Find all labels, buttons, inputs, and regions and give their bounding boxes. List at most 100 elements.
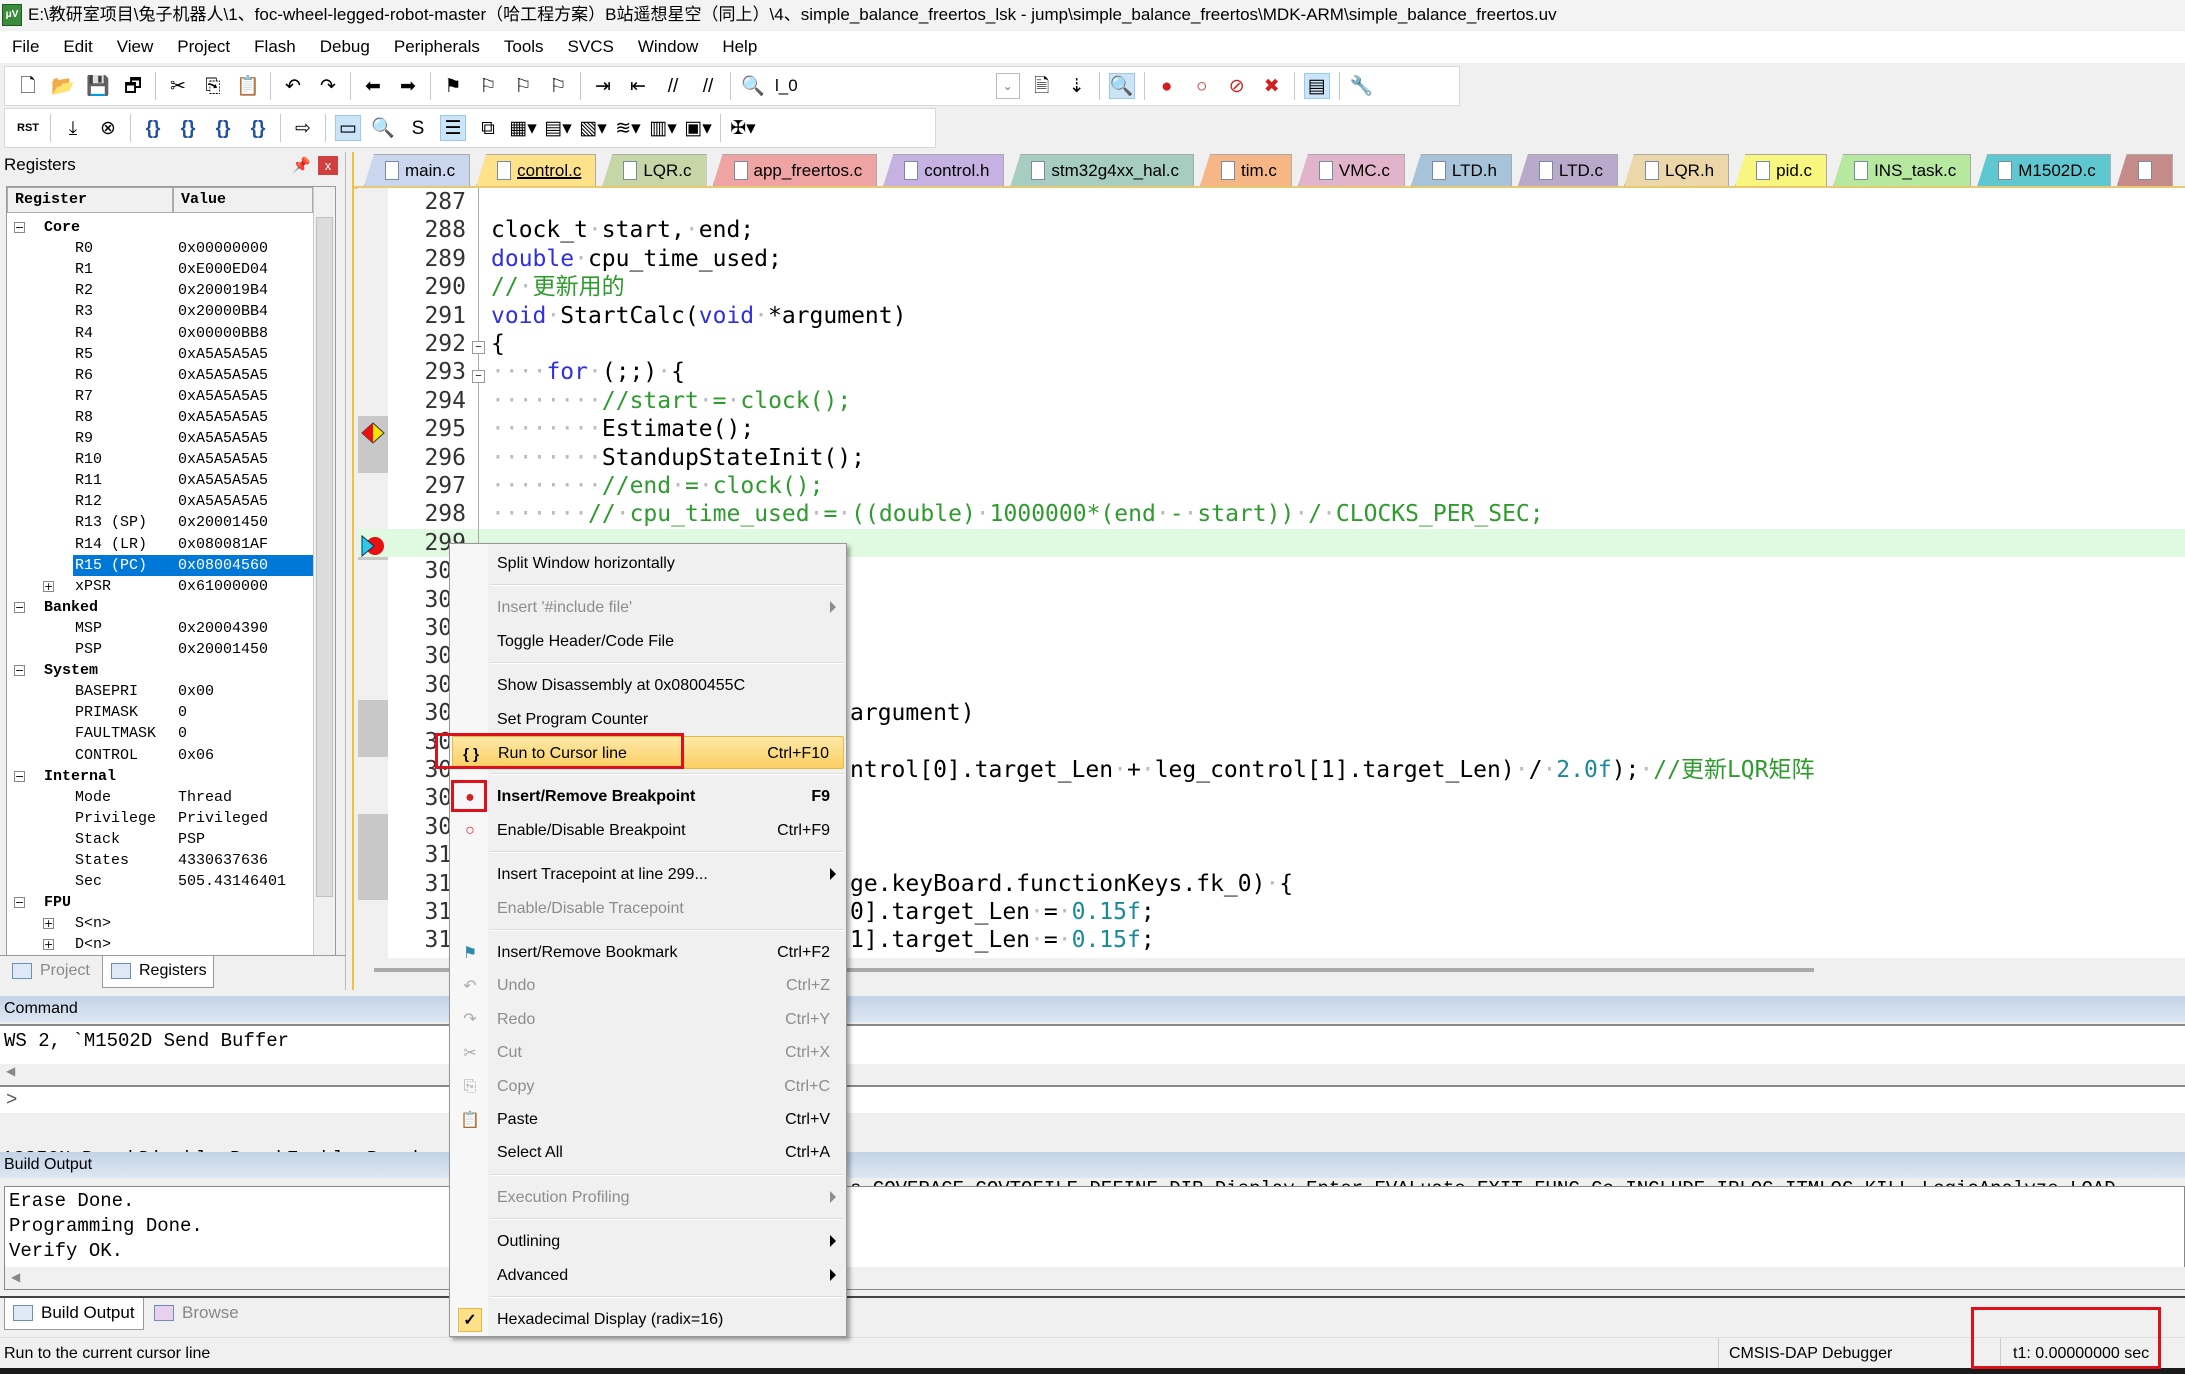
menu-item-show-disassembly-at-0x0800455c[interactable]: Show Disassembly at 0x0800455C	[452, 669, 844, 702]
cut-icon[interactable]: ✂	[165, 73, 191, 99]
register-group[interactable]: − Internal	[7, 766, 313, 787]
register-value[interactable]: 0xA5A5A5A5	[178, 365, 268, 386]
tab-file[interactable]: main.c	[364, 154, 471, 186]
menu-item-undo[interactable]: ↶ Undo Ctrl+Z	[452, 969, 844, 1002]
disable-all-breakpoints-icon[interactable]: ⊘	[1224, 73, 1250, 99]
menu-item-outlining[interactable]: Outlining	[452, 1225, 844, 1258]
step-into-icon[interactable]: {}	[140, 115, 166, 141]
tab-file[interactable]: app_freertos.c	[712, 154, 878, 186]
system-viewer-icon[interactable]: ▣▾	[684, 115, 712, 141]
menu-item-split-window-horizontally[interactable]: Split Window horizontally	[452, 547, 844, 580]
register-value[interactable]: 0x08004560	[178, 554, 269, 576]
register-row[interactable]: BASEPRI 0x00	[7, 681, 313, 702]
menu-item-toggle-header-code-file[interactable]: Toggle Header/Code File	[452, 625, 844, 658]
find-dropdown[interactable]: ⌄	[995, 73, 1020, 99]
menu-window[interactable]: Window	[638, 37, 698, 57]
vertical-scrollbar[interactable]	[313, 187, 335, 955]
register-value[interactable]: 0x20000BB4	[178, 301, 268, 322]
code-line[interactable]: 297 ········//end·=·clock();	[358, 472, 2185, 501]
menu-item-insert-include-file[interactable]: Insert '#include file'	[452, 591, 844, 624]
code-line[interactable]: 298 ·······//·cpu_time_used·=·((double)·1…	[358, 500, 2185, 529]
redo-icon[interactable]: ↷	[315, 73, 341, 99]
menu-item-insert-remove-bookmark[interactable]: ⚑ Insert/Remove Bookmark Ctrl+F2	[452, 936, 844, 969]
symbols-window-icon[interactable]: S	[405, 115, 431, 141]
register-value[interactable]: 4330637636	[178, 850, 268, 871]
navigate-back-icon[interactable]: ⬅	[360, 73, 386, 99]
prev-bookmark-icon[interactable]: ⚐	[475, 73, 501, 99]
register-row[interactable]: CONTROL 0x06	[7, 745, 313, 766]
bookmark-icon[interactable]: ⚑	[440, 73, 466, 99]
tab-build-output[interactable]: Build Output	[4, 1298, 144, 1330]
horizontal-scrollbar[interactable]: ◀	[5, 1267, 2185, 1289]
menu-project[interactable]: Project	[177, 37, 230, 57]
register-row[interactable]: R0 0x00000000	[7, 238, 313, 259]
register-value[interactable]: 0x00000BB8	[178, 323, 268, 344]
tab-file[interactable]: tim.c	[1199, 154, 1292, 186]
memory-window-icon[interactable]: ▤▾	[544, 115, 572, 141]
register-row[interactable]: + D<n>	[7, 934, 313, 955]
collapse-toggle[interactable]: −	[14, 770, 25, 782]
code-line[interactable]: 287	[358, 188, 2185, 217]
column-header-register[interactable]: Register	[7, 187, 173, 213]
register-row[interactable]: Stack PSP	[7, 829, 313, 850]
menu-item-insert-remove-breakpoint[interactable]: ● Insert/Remove Breakpoint F9	[452, 780, 844, 813]
register-value[interactable]: 0x20001450	[178, 512, 268, 533]
register-value[interactable]: 0	[178, 702, 187, 723]
register-value[interactable]: 0x200019B4	[178, 280, 268, 301]
tab-file[interactable]: VMC.c	[1297, 154, 1405, 186]
incremental-find-icon[interactable]: ⇣	[1064, 73, 1090, 99]
close-icon[interactable]: x	[318, 156, 338, 175]
register-row[interactable]: R14 (LR) 0x080081AF	[7, 534, 313, 555]
indent-icon[interactable]: ⇥	[590, 73, 616, 99]
menu-item-enable-disable-tracepoint[interactable]: Enable/Disable Tracepoint	[452, 892, 844, 925]
register-row[interactable]: FAULTMASK 0	[7, 723, 313, 744]
tab-registers[interactable]: Registers	[102, 956, 214, 988]
kill-all-breakpoints-icon[interactable]: ✖	[1259, 73, 1285, 99]
menu-item-set-program-counter[interactable]: Set Program Counter	[452, 703, 844, 736]
serial-window-icon[interactable]: ▧▾	[579, 115, 607, 141]
menu-edit[interactable]: Edit	[63, 37, 92, 57]
register-value[interactable]: 0xA5A5A5A5	[178, 491, 268, 512]
tab-file[interactable]	[2116, 154, 2173, 186]
register-row[interactable]: R5 0xA5A5A5A5	[7, 344, 313, 365]
clear-bookmarks-icon[interactable]: ⚐	[545, 73, 571, 99]
uncomment-icon[interactable]: //	[695, 73, 721, 99]
step-out-icon[interactable]: {}	[210, 115, 236, 141]
menu-item-paste[interactable]: 📋 Paste Ctrl+V	[452, 1103, 844, 1136]
code-line[interactable]: 295 ········Estimate();	[358, 415, 2185, 444]
fold-toggle[interactable]: −	[472, 341, 485, 354]
register-value[interactable]: 0xA5A5A5A5	[178, 428, 268, 449]
menu-tools[interactable]: Tools	[504, 37, 544, 57]
stop-icon[interactable]: ⊗	[95, 115, 121, 141]
register-group[interactable]: − System	[7, 660, 313, 681]
tab-browse[interactable]: Browse	[146, 1298, 246, 1330]
window-layout-icon[interactable]: ▤	[1303, 73, 1330, 99]
menu-debug[interactable]: Debug	[320, 37, 370, 57]
find-text-combo[interactable]: l_0	[775, 76, 798, 96]
expand-toggle[interactable]: +	[43, 580, 54, 592]
register-row[interactable]: R6 0xA5A5A5A5	[7, 365, 313, 386]
save-all-icon[interactable]: 🗗	[120, 73, 146, 99]
menu-flash[interactable]: Flash	[254, 37, 296, 57]
register-value[interactable]: 0xA5A5A5A5	[178, 407, 268, 428]
register-value[interactable]: 0x61000000	[178, 576, 268, 597]
code-line[interactable]: 296 ········StandupStateInit();	[358, 444, 2185, 473]
collapse-toggle[interactable]: −	[14, 222, 25, 233]
register-row[interactable]: + xPSR 0x61000000	[7, 576, 313, 597]
tab-file[interactable]: control.c	[476, 154, 597, 186]
disassembly-window-icon[interactable]: 🔍	[370, 115, 396, 141]
menu-item-insert-tracepoint-at-line-299[interactable]: Insert Tracepoint at line 299...	[452, 858, 844, 891]
register-row[interactable]: R9 0xA5A5A5A5	[7, 428, 313, 449]
comment-icon[interactable]: //	[660, 73, 686, 99]
pin-icon[interactable]: 📌	[292, 156, 311, 174]
register-row[interactable]: R10 0xA5A5A5A5	[7, 449, 313, 470]
register-row[interactable]: R4 0x00000BB8	[7, 323, 313, 344]
code-line[interactable]: 290 //·更新用的	[358, 273, 2185, 302]
register-value[interactable]: Thread	[178, 787, 232, 808]
code-line[interactable]: 291 void·StartCalc(void·*argument)	[358, 302, 2185, 331]
code-line[interactable]: 292 {	[358, 330, 2185, 359]
register-group[interactable]: − FPU	[7, 892, 313, 913]
menu-item-select-all[interactable]: Select All Ctrl+A	[452, 1136, 844, 1169]
collapse-toggle[interactable]: −	[14, 897, 25, 909]
command-window-icon[interactable]: ▭	[335, 115, 361, 141]
